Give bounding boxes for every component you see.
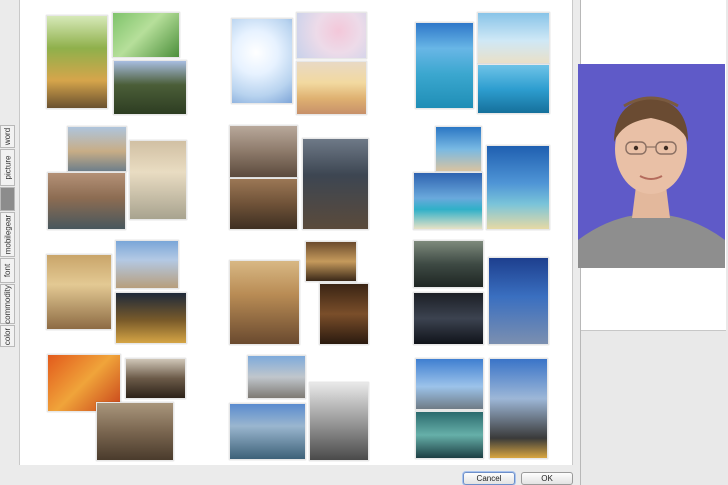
thumbnail-city-street[interactable] [247, 355, 306, 399]
portrait-photo-icon [578, 64, 725, 268]
tab-mobilegear[interactable]: mobilegear [0, 212, 15, 257]
thumbnail-autumn-tree[interactable] [46, 15, 108, 109]
thumbnail-street-cafe[interactable] [229, 178, 298, 230]
thumbnail-venice-lamps[interactable] [67, 126, 127, 172]
tab-selected[interactable] [0, 187, 15, 211]
thumbnail-arches-corridor[interactable] [309, 382, 369, 461]
thumbnail-sea-surfboard[interactable] [415, 22, 474, 109]
thumbnail-tea-bowls[interactable] [125, 358, 186, 399]
thumbnail-tree-top[interactable] [112, 12, 180, 58]
tab-picture-label: picture [3, 155, 13, 180]
thumbnail-milan-cathedral[interactable] [115, 240, 179, 289]
preview-pane [578, 0, 728, 485]
thumbnail-forest-house[interactable] [113, 60, 187, 115]
tab-mobilegear-label: mobilegear [3, 214, 13, 255]
thumbnail-woman-beach[interactable] [435, 126, 482, 172]
tab-color-label: color [3, 327, 12, 345]
thumbnail-river-city[interactable] [229, 403, 306, 460]
thumbnail-curved-tower[interactable] [489, 358, 548, 459]
category-tabs: word picture mobilegear font commodity c… [0, 125, 15, 347]
thumbnail-hotel-room[interactable] [229, 260, 300, 345]
thumbnail-sailboat-island[interactable] [413, 172, 483, 230]
tab-font[interactable]: font [0, 258, 15, 283]
tab-picture[interactable]: picture [0, 149, 15, 186]
tab-word[interactable]: word [0, 125, 15, 148]
thumbnail-man-window[interactable] [413, 240, 484, 288]
tab-commodity-label: commodity [3, 284, 12, 324]
thumbnail-beach-chairs[interactable] [477, 12, 550, 64]
tab-word-label: word [3, 127, 12, 146]
thumbnail-old-building[interactable] [96, 402, 174, 461]
cancel-button[interactable]: Cancel [463, 472, 515, 485]
portrait-photo [578, 64, 725, 268]
thumbnail-modern-pavilion[interactable] [415, 358, 484, 410]
thumbnail-canal-gondola[interactable] [47, 172, 126, 230]
thumbnail-cherry-blossom[interactable] [231, 18, 293, 104]
preview-card [578, 0, 726, 331]
tab-font-label: font [3, 263, 12, 278]
thumbnail-dining-table[interactable] [305, 241, 357, 282]
thumbnail-grid-panel [19, 0, 573, 465]
thumbnail-pink-flowers[interactable] [296, 12, 367, 59]
tab-commodity[interactable]: commodity [0, 284, 15, 324]
thumbnail-horse-carriage[interactable] [229, 125, 298, 178]
tab-color[interactable]: color [0, 325, 15, 347]
thumbnail-glass-atrium[interactable] [415, 411, 484, 459]
ok-button[interactable]: OK [521, 472, 573, 485]
thumbnail-restaurant-interior[interactable] [319, 283, 369, 345]
thumbnail-night-palace[interactable] [115, 292, 187, 344]
thumbnail-arched-gazebo[interactable] [129, 140, 187, 220]
thumbnail-palm-umbrella[interactable] [486, 145, 550, 230]
picture-selection-dialog: word picture mobilegear font commodity c… [0, 0, 581, 485]
thumbnail-underwater[interactable] [477, 64, 550, 114]
thumbnail-skyscrapers[interactable] [488, 257, 549, 345]
thumbnail-dark-forest-path[interactable] [302, 138, 369, 230]
thumbnail-modern-lobby[interactable] [413, 292, 484, 345]
thumbnail-luxury-lobby[interactable] [46, 254, 112, 330]
thumbnail-sunset-glass[interactable] [296, 61, 367, 115]
